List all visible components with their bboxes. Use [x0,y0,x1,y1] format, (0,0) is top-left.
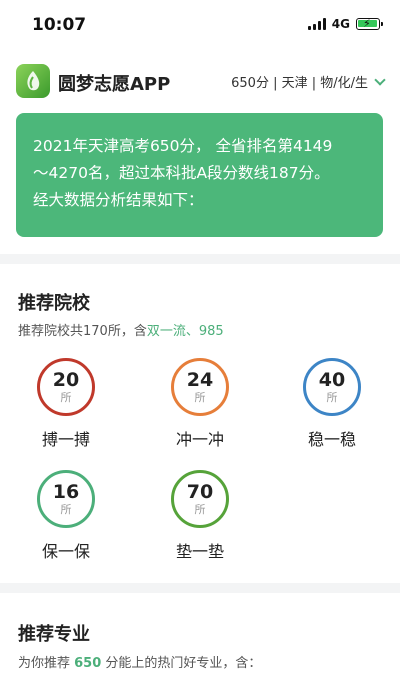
recommend-schools-title: 推荐院校 [18,293,90,314]
subtitle-score: 650 [74,656,102,671]
app-logo-icon [16,64,50,98]
status-time: 10:07 [32,15,87,35]
profile-summary: 650分 | 天津 | 物/化/生 [231,76,368,91]
count-ring: 20 所 [37,358,95,416]
status-icons: 4G ⚡ [307,17,383,31]
category-chong[interactable]: 24 所 冲一冲 [140,358,260,458]
count-unit: 所 [60,391,72,404]
category-dian[interactable]: 70 所 垫一垫 [140,470,260,570]
battery-icon: ⚡ [356,17,383,30]
count-ring: 70 所 [171,470,229,528]
category-bao[interactable]: 16 所 保一保 [6,470,126,570]
category-wen[interactable]: 40 所 稳一稳 [272,358,392,458]
category-label: 保一保 [41,542,90,561]
banner-line-2: ～4270名，超过本科批A段分数线187分。 [33,164,330,182]
banner-line-1: 2021年天津高考650分， 全省排名第4149 [33,137,333,155]
score-summary-banner: 2021年天津高考650分， 全省排名第4149 ～4270名，超过本科批A段分… [16,113,383,237]
chevron-down-icon [374,73,386,86]
school-count: 20 [52,369,80,391]
count-unit: 所 [194,503,206,516]
profile-selector[interactable]: 650分 | 天津 | 物/化/生 [231,72,386,91]
subtitle-highlight[interactable]: 双一流、985 [147,324,224,339]
recommend-majors-title: 推荐专业 [18,624,90,645]
category-label: 搏一搏 [41,430,90,449]
app-name: 圆梦志愿APP [58,74,171,95]
category-bo[interactable]: 20 所 搏一搏 [6,358,126,458]
subtitle-text: 推荐院校共170所，含 [18,324,147,339]
status-bar: 10:07 4G ⚡ [0,0,400,50]
count-unit: 所 [60,503,72,516]
count-ring: 40 所 [303,358,361,416]
count-unit: 所 [194,391,206,404]
school-count: 70 [186,481,214,503]
network-label: 4G [331,17,350,31]
school-count: 16 [52,481,80,503]
section-divider [0,254,400,264]
school-count: 24 [186,369,214,391]
category-label: 冲一冲 [175,430,224,449]
subtitle-text: 分能上的热门好专业，含： [101,656,262,671]
recommend-majors-subtitle: 为你推荐 650 分能上的热门好专业，含： [18,652,261,671]
app-header: 圆梦志愿APP 650分 | 天津 | 物/化/生 [0,60,400,104]
count-unit: 所 [326,391,338,404]
banner-line-3: 经大数据分析结果如下： [33,191,204,209]
count-ring: 16 所 [37,470,95,528]
category-label: 垫一垫 [175,542,224,561]
count-ring: 24 所 [171,358,229,416]
recommend-schools-subtitle: 推荐院校共170所，含双一流、985 [18,320,224,339]
school-count: 40 [318,369,346,391]
category-label: 稳一稳 [307,430,356,449]
subtitle-text: 为你推荐 [18,656,75,671]
signal-icon [307,18,326,30]
section-divider [0,583,400,593]
